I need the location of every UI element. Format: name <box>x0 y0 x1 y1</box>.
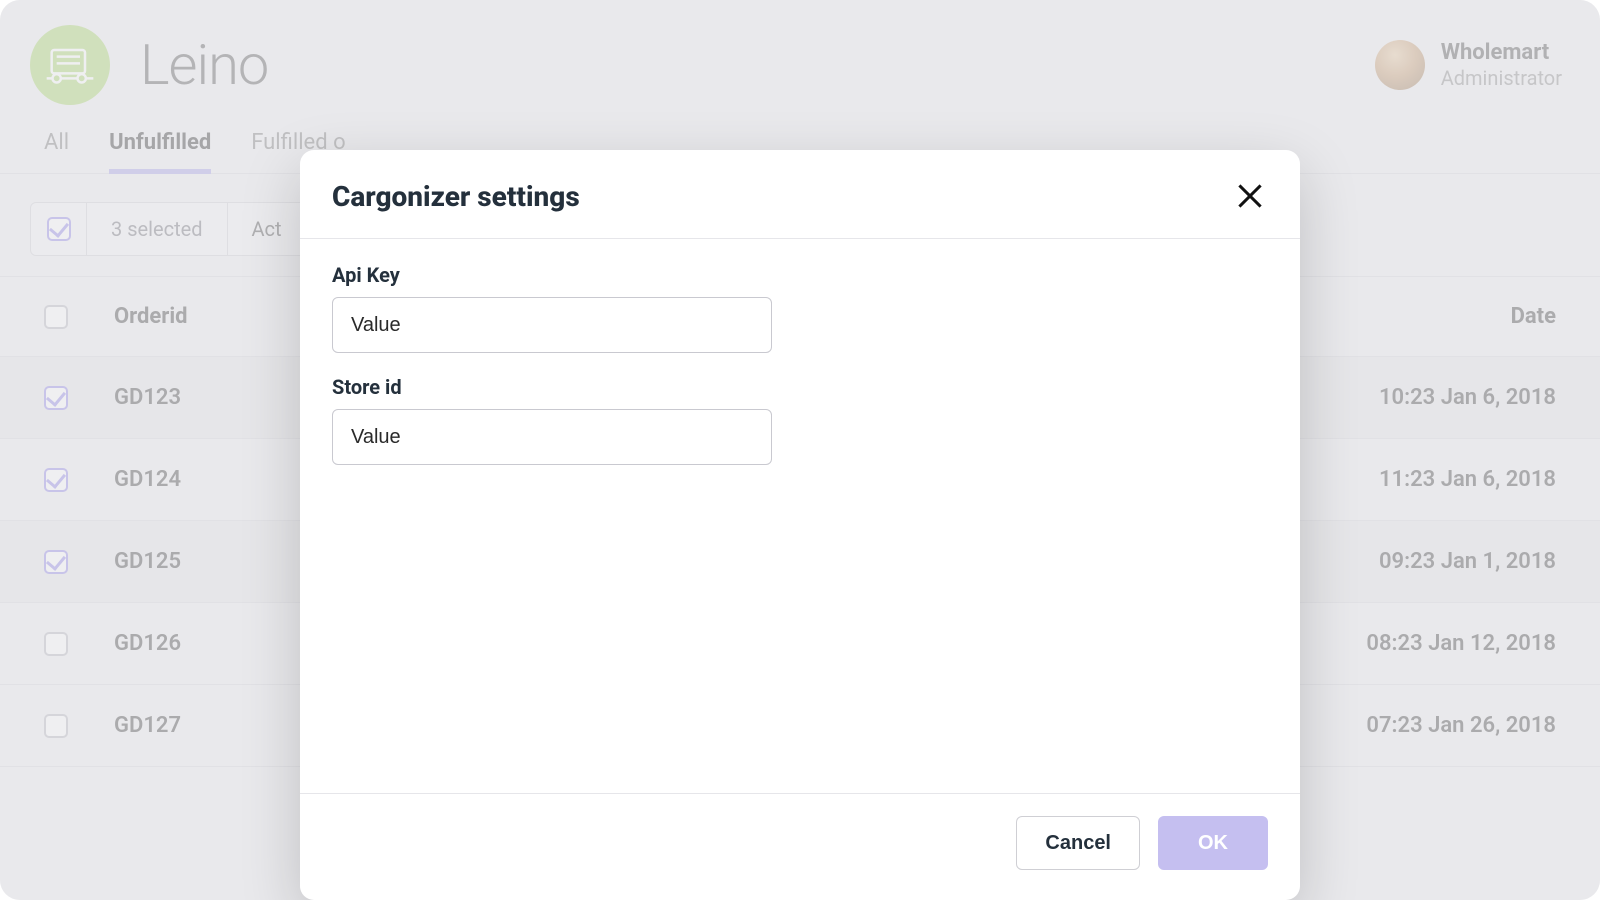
ok-button[interactable]: OK <box>1158 816 1268 870</box>
store-id-input[interactable] <box>332 409 772 465</box>
modal-body: Api Key Store id <box>300 239 1300 793</box>
cancel-button[interactable]: Cancel <box>1016 816 1140 870</box>
field-store-id: Store id <box>332 375 1268 465</box>
settings-modal: Cargonizer settings Api Key Store id Can… <box>300 150 1300 900</box>
api-key-input[interactable] <box>332 297 772 353</box>
store-id-label: Store id <box>332 375 1268 399</box>
app-frame: Leino Wholemart Administrator All Unfulf… <box>0 0 1600 900</box>
modal-title: Cargonizer settings <box>332 180 580 213</box>
field-api-key: Api Key <box>332 263 1268 353</box>
close-icon[interactable] <box>1232 178 1268 214</box>
api-key-label: Api Key <box>332 263 1268 287</box>
modal-footer: Cancel OK <box>300 793 1300 900</box>
modal-header: Cargonizer settings <box>300 150 1300 239</box>
